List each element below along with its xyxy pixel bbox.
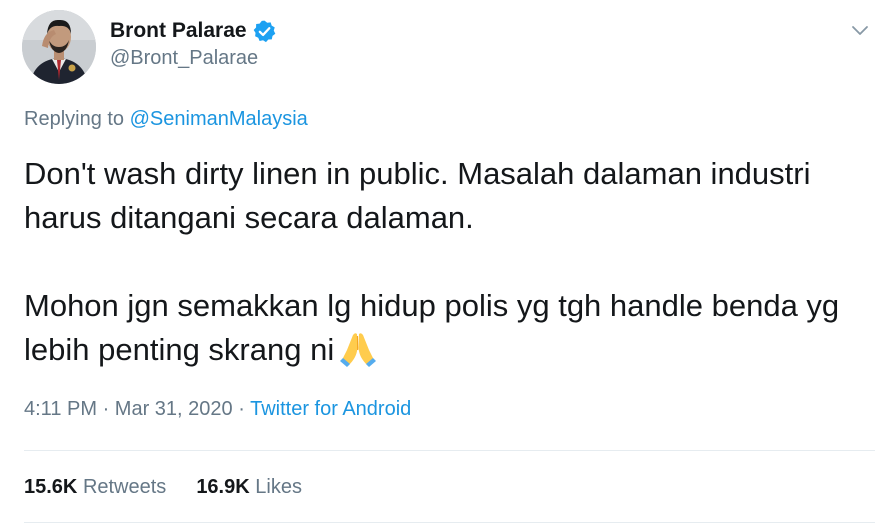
likes-count: 16.9K — [196, 476, 250, 498]
retweets-label: Retweets — [82, 476, 167, 498]
retweets-count: 15.6K — [24, 476, 78, 498]
author-display-name[interactable]: Bront Palarae — [110, 19, 247, 43]
folded-hands-icon — [338, 330, 378, 368]
reply-mention-link[interactable]: @SenimanMalaysia — [130, 108, 308, 130]
replying-to-label: Replying to — [24, 108, 125, 130]
retweets-stat[interactable]: 15.6K Retweets — [24, 476, 166, 499]
divider — [24, 450, 875, 451]
tweet-time[interactable]: 4:11 PM — [24, 398, 97, 420]
divider-bottom — [24, 522, 875, 523]
author-handle[interactable]: @Bront_Palarae — [110, 47, 258, 70]
avatar[interactable] — [22, 10, 96, 84]
chevron-down-icon[interactable] — [848, 18, 872, 42]
tweet-date[interactable]: Mar 31, 2020 — [115, 398, 233, 420]
meta-separator: · — [102, 398, 110, 420]
tweet-meta: 4:11 PM · Mar 31, 2020 · Twitter for And… — [24, 398, 411, 421]
likes-label: Likes — [255, 476, 302, 498]
replying-to-line: Replying to @SenimanMalaysia — [24, 108, 308, 131]
verified-badge-icon — [252, 19, 277, 44]
tweet-paragraph: Don't wash dirty linen in public. Masala… — [24, 156, 811, 235]
avatar-image — [22, 10, 96, 84]
tweet-paragraph-2: Mohon jgn semakkan lg hidup polis yg tgh… — [24, 284, 864, 372]
author-name-row: Bront Palarae — [110, 16, 277, 46]
meta-separator-2: · — [238, 398, 245, 420]
tweet-card: Bront Palarae @Bront_Palarae Replying to… — [0, 0, 895, 526]
tweet-source-link[interactable]: Twitter for Android — [250, 398, 411, 420]
tweet-body: Don't wash dirty linen in public. Masala… — [24, 152, 864, 372]
tweet-stats: 15.6K Retweets 16.9K Likes — [24, 476, 332, 499]
likes-stat[interactable]: 16.9K Likes — [196, 476, 302, 499]
tweet-paragraph-2-text: Mohon jgn semakkan lg hidup polis yg tgh… — [24, 288, 840, 367]
